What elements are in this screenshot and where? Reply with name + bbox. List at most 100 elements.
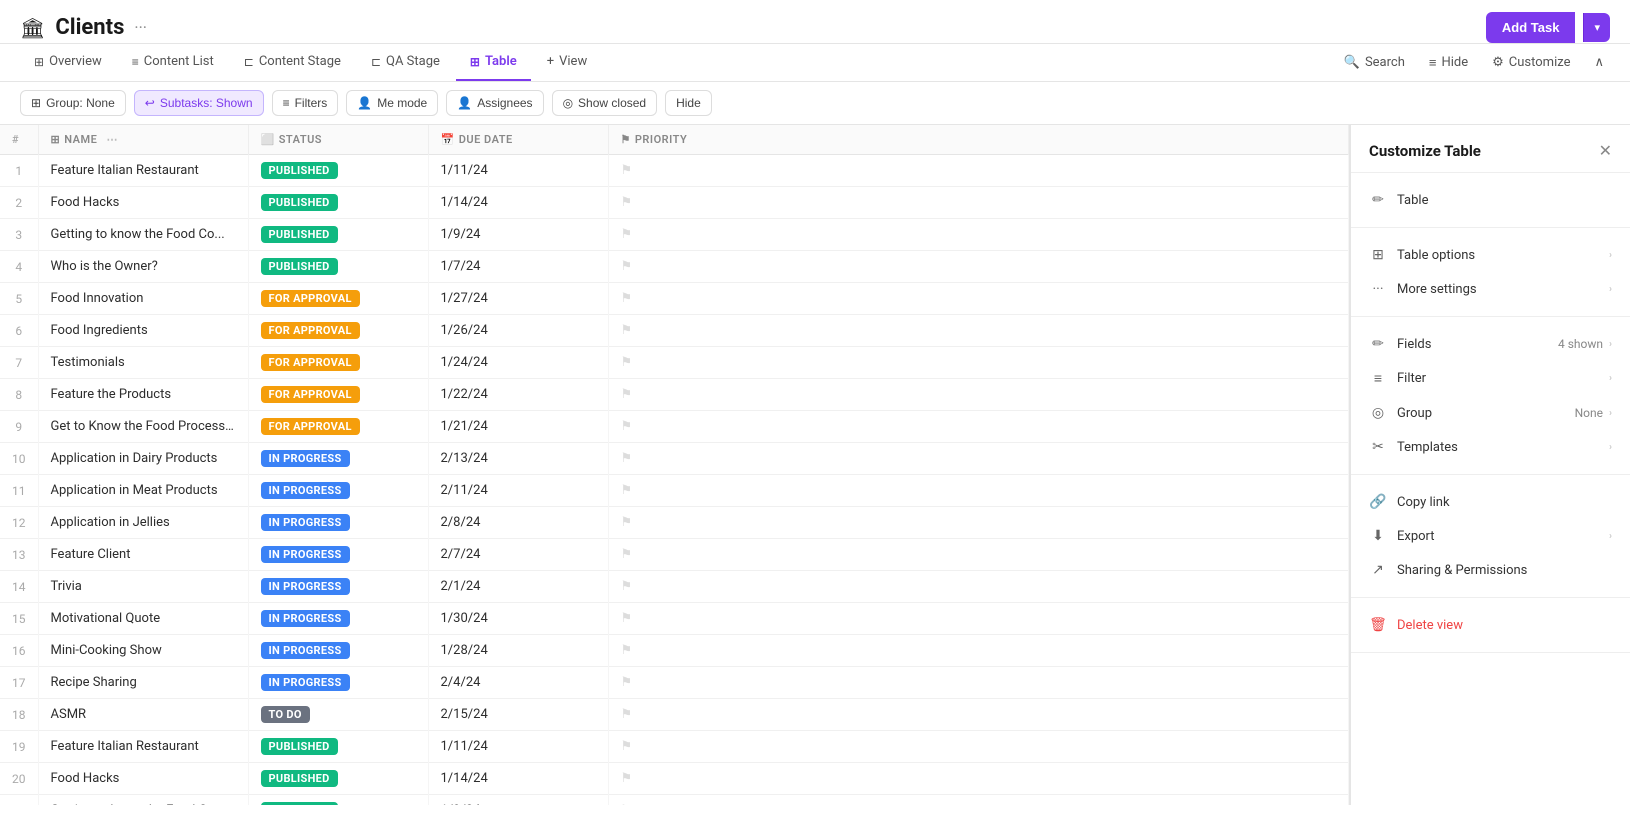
table-row[interactable]: 15Motivational QuoteIN PROGRESS1/30/24⚑ xyxy=(0,603,1349,635)
table-row[interactable]: 21Getting to know the Food Co...PUBLISHE… xyxy=(0,795,1349,806)
plus-icon: + xyxy=(547,54,554,69)
panel-item-sharing[interactable]: ↗ Sharing & Permissions xyxy=(1351,553,1630,587)
cell-num: 6 xyxy=(0,315,38,347)
cell-status: FOR APPROVAL xyxy=(248,379,428,411)
table-row[interactable]: 3Getting to know the Food Co...PUBLISHED… xyxy=(0,219,1349,251)
table-row[interactable]: 18ASMRTO DO2/15/24⚑ xyxy=(0,699,1349,731)
tab-qa-stage[interactable]: ⊏ QA Stage xyxy=(357,44,454,81)
table-row[interactable]: 12Application in JelliesIN PROGRESS2/8/2… xyxy=(0,507,1349,539)
page-title: Clients xyxy=(55,15,124,40)
table-row[interactable]: 17Recipe SharingIN PROGRESS2/4/24⚑ xyxy=(0,667,1349,699)
cell-priority: ⚑ xyxy=(608,443,1349,475)
table-row[interactable]: 8Feature the ProductsFOR APPROVAL1/22/24… xyxy=(0,379,1349,411)
status-badge: IN PROGRESS xyxy=(261,578,350,595)
panel-item-more-settings[interactable]: ··· More settings › xyxy=(1351,272,1630,306)
filter-label: Filter xyxy=(1397,371,1426,386)
panel-item-filter[interactable]: ≡ Filter › xyxy=(1351,361,1630,396)
panel-item-fields[interactable]: ✏ Fields 4 shown › xyxy=(1351,327,1630,361)
cell-status: IN PROGRESS xyxy=(248,667,428,699)
close-icon[interactable]: ✕ xyxy=(1599,141,1612,160)
panel-item-table-options[interactable]: ⊞ Table options › xyxy=(1351,238,1630,272)
cell-name: Feature Italian Restaurant xyxy=(38,731,248,763)
table-row[interactable]: 9Get to Know the Food Processi...FOR APP… xyxy=(0,411,1349,443)
table-row[interactable]: 20Food HacksPUBLISHED1/14/24⚑ xyxy=(0,763,1349,795)
more-options-icon[interactable]: ··· xyxy=(134,18,147,37)
cell-due-date: 2/13/24 xyxy=(428,443,608,475)
sort-icon: ⊞ xyxy=(51,133,61,146)
search-action[interactable]: 🔍 Search xyxy=(1338,47,1411,78)
chevron-right-icon-4: › xyxy=(1609,373,1612,384)
flag-icon: ⚑ xyxy=(621,707,633,722)
export-icon: ⬇ xyxy=(1369,528,1387,544)
tab-add-view[interactable]: + View xyxy=(533,44,602,81)
table-row[interactable]: 16Mini-Cooking ShowIN PROGRESS1/28/24⚑ xyxy=(0,635,1349,667)
flag-icon: ⚑ xyxy=(621,803,633,805)
flag-icon: ⚑ xyxy=(621,387,633,402)
cell-due-date: 2/8/24 xyxy=(428,507,608,539)
table-row[interactable]: 14TriviaIN PROGRESS2/1/24⚑ xyxy=(0,571,1349,603)
table-row[interactable]: 11Application in Meat ProductsIN PROGRES… xyxy=(0,475,1349,507)
panel-item-export[interactable]: ⬇ Export › xyxy=(1351,519,1630,553)
cell-name: Application in Jellies xyxy=(38,507,248,539)
cell-priority: ⚑ xyxy=(608,475,1349,507)
main-content: # ⊞NAME ⋯ ⬜STATUS 📅DUE DATE ⚑PRIORITY xyxy=(0,125,1630,805)
cell-priority: ⚑ xyxy=(608,411,1349,443)
table-row[interactable]: 5Food InnovationFOR APPROVAL1/27/24⚑ xyxy=(0,283,1349,315)
me-mode-button[interactable]: 👤 Me mode xyxy=(346,90,438,116)
table-row[interactable]: 4Who is the Owner?PUBLISHED1/7/24⚑ xyxy=(0,251,1349,283)
cell-num: 2 xyxy=(0,187,38,219)
panel-section-delete: 🗑 Delete view xyxy=(1351,598,1630,653)
filters-button[interactable]: ≡ Filters xyxy=(272,90,339,116)
status-icon: ⬜ xyxy=(261,133,275,146)
add-task-button[interactable]: Add Task xyxy=(1486,12,1576,43)
group-icon: ⊞ xyxy=(31,96,41,110)
cell-due-date: 2/1/24 xyxy=(428,571,608,603)
cell-priority: ⚑ xyxy=(608,187,1349,219)
table-row[interactable]: 1Feature Italian RestaurantPUBLISHED1/11… xyxy=(0,155,1349,187)
cell-status: IN PROGRESS xyxy=(248,507,428,539)
table-row[interactable]: 13Feature ClientIN PROGRESS2/7/24⚑ xyxy=(0,539,1349,571)
tab-overview[interactable]: ⊞ Overview xyxy=(20,44,116,81)
show-closed-button[interactable]: ◎ Show closed xyxy=(552,90,658,116)
panel-item-table[interactable]: ✏ Table xyxy=(1351,183,1630,217)
hide-action[interactable]: ≡ Hide xyxy=(1423,47,1474,79)
table-container[interactable]: # ⊞NAME ⋯ ⬜STATUS 📅DUE DATE ⚑PRIORITY xyxy=(0,125,1350,805)
cell-status: TO DO xyxy=(248,699,428,731)
add-task-dropdown-button[interactable]: ▾ xyxy=(1583,13,1610,42)
trash-icon: 🗑 xyxy=(1369,617,1387,633)
cell-name: Motivational Quote xyxy=(38,603,248,635)
tab-content-stage[interactable]: ⊏ Content Stage xyxy=(230,44,355,81)
tab-content-list[interactable]: ≡ Content List xyxy=(118,44,228,81)
cell-status: FOR APPROVAL xyxy=(248,315,428,347)
table-row[interactable]: 10Application in Dairy ProductsIN PROGRE… xyxy=(0,443,1349,475)
cell-num: 11 xyxy=(0,475,38,507)
panel-item-delete-view[interactable]: 🗑 Delete view xyxy=(1351,608,1630,642)
subtasks-shown-button[interactable]: ↩ Subtasks: Shown xyxy=(134,90,264,116)
panel-section-sharing: 🔗 Copy link ⬇ Export › ↗ xyxy=(1351,475,1630,598)
cell-name: Food Hacks xyxy=(38,187,248,219)
name-options-icon[interactable]: ⋯ xyxy=(107,133,119,146)
fields-icon: ✏ xyxy=(1369,336,1387,352)
search-icon: 🔍 xyxy=(1344,55,1360,70)
status-badge: IN PROGRESS xyxy=(261,642,350,659)
cell-num: 1 xyxy=(0,155,38,187)
table-row[interactable]: 6Food IngredientsFOR APPROVAL1/26/24⚑ xyxy=(0,315,1349,347)
table-row[interactable]: 19Feature Italian RestaurantPUBLISHED1/1… xyxy=(0,731,1349,763)
panel-item-copy-link[interactable]: 🔗 Copy link xyxy=(1351,485,1630,519)
hide-button[interactable]: Hide xyxy=(665,90,712,116)
status-badge: FOR APPROVAL xyxy=(261,290,360,307)
panel-item-group[interactable]: ◎ Group None › xyxy=(1351,396,1630,430)
chevron-up-icon: ∧ xyxy=(1594,55,1604,70)
status-badge: PUBLISHED xyxy=(261,802,338,805)
collapse-action[interactable]: ∧ xyxy=(1588,47,1610,78)
group-none-button[interactable]: ⊞ Group: None xyxy=(20,90,126,116)
tab-table[interactable]: ⊞ Table xyxy=(456,44,531,81)
panel-item-templates[interactable]: ✂ Templates › xyxy=(1351,430,1630,464)
header-actions: Add Task ▾ xyxy=(1486,12,1610,43)
table-row[interactable]: 7TestimonialsFOR APPROVAL1/24/24⚑ xyxy=(0,347,1349,379)
assignees-button[interactable]: 👤 Assignees xyxy=(446,90,543,116)
cell-name: Feature Italian Restaurant xyxy=(38,155,248,187)
customize-action[interactable]: ⚙ Customize xyxy=(1486,47,1576,78)
status-badge: PUBLISHED xyxy=(261,194,338,211)
table-row[interactable]: 2Food HacksPUBLISHED1/14/24⚑ xyxy=(0,187,1349,219)
